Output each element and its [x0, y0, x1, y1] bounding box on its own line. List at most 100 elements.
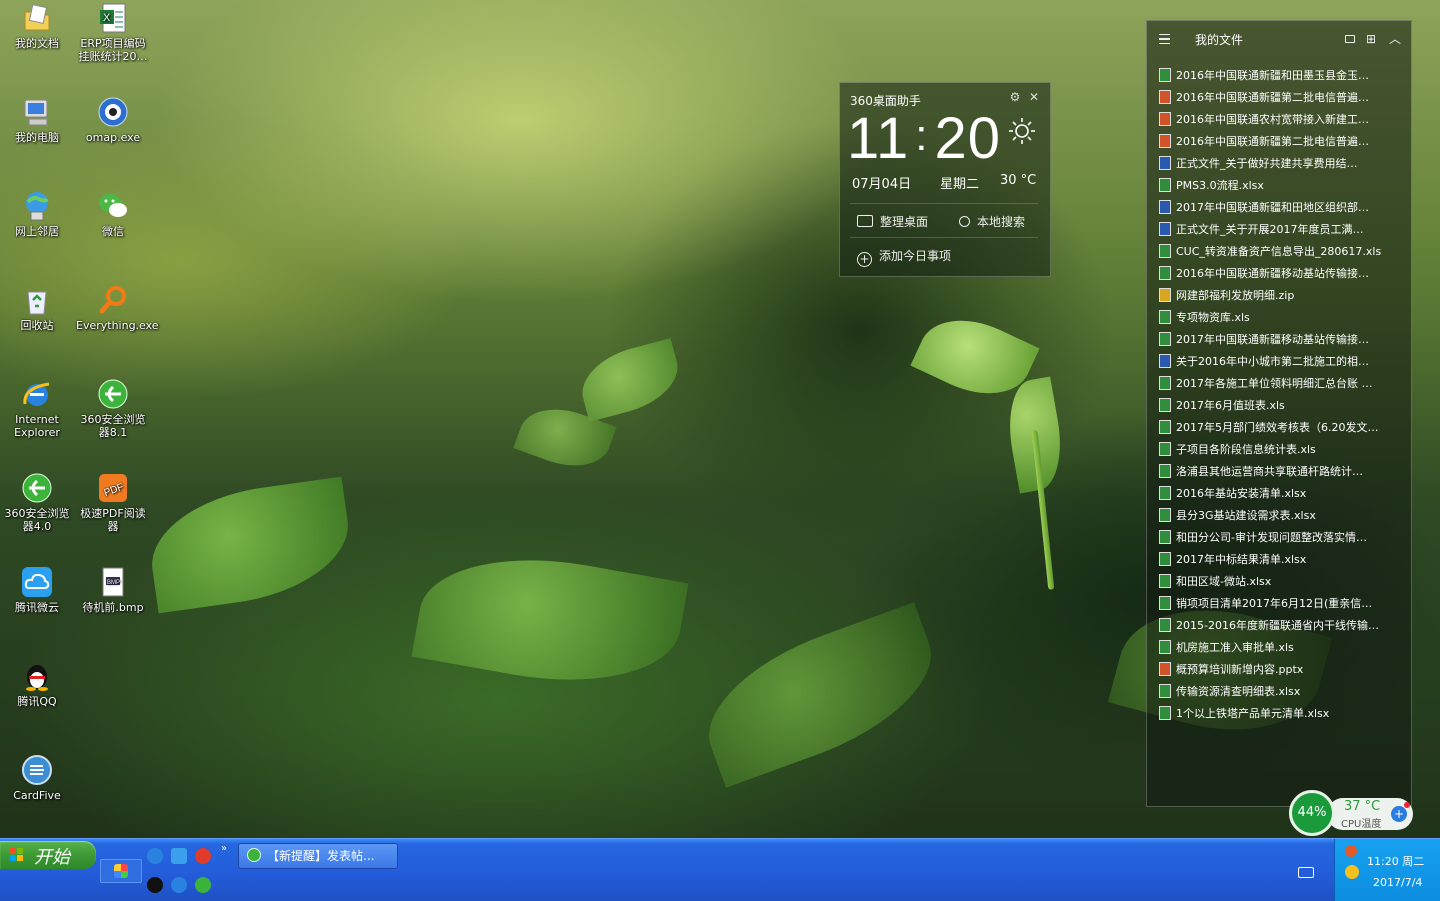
file-list-item[interactable]: 概预算培训新增内容.pptx [1159, 661, 1399, 679]
file-list-item[interactable]: 2017年6月值班表.xls [1159, 397, 1399, 415]
ie-quicklaunch-icon-2[interactable] [171, 877, 187, 893]
desktop-icon-wechat[interactable]: 微信 [76, 190, 150, 238]
file-name: 2016年中国联通农村宽带接入新建工… [1176, 113, 1369, 126]
desktop-icon-weiyun[interactable]: 腾讯微云 [0, 566, 74, 614]
qq-quicklaunch-icon[interactable] [147, 877, 163, 893]
file-list-item[interactable]: CUC_转资准备资产信息导出_280617.xls [1159, 243, 1399, 261]
file-list-item[interactable]: 2016年中国联通新疆移动基站传输接… [1159, 265, 1399, 283]
ie-quicklaunch-icon[interactable] [147, 848, 163, 864]
file-list-item[interactable]: PMS3.0流程.xlsx [1159, 177, 1399, 195]
windows-logo-green-pane [17, 848, 23, 854]
quicklaunch-expand-icon[interactable]: » [221, 843, 227, 854]
file-list-item[interactable]: 2016年基站安装清单.xlsx [1159, 485, 1399, 503]
weibo-quicklaunch-icon[interactable] [195, 848, 211, 864]
file-list-item[interactable]: 1个以上铁塔产品单元清单.xlsx [1159, 705, 1399, 723]
local-search-label: 本地搜索 [977, 215, 1026, 229]
cpu-boost-icon[interactable]: + [1391, 806, 1407, 822]
file-type-icon [1159, 596, 1171, 610]
desktop-icon-everything[interactable]: Everything.exe [76, 284, 159, 332]
svg-text:X: X [103, 12, 111, 24]
helper-close-icon[interactable]: ✕ [1027, 90, 1041, 104]
desktop-icon-360-browser-4[interactable]: 360安全浏览器4.0 [0, 472, 74, 533]
windows-logo-red-pane [10, 848, 16, 854]
desktop-icon-ie[interactable]: Internet Explorer [0, 378, 74, 439]
file-list-item[interactable]: 关于2016年中小城市第二批施工的相… [1159, 353, 1399, 371]
desktop-helper-widget: 360桌面助手 ⚙ ✕ 11:20 07月04日 星期二 30 °C 整理桌面 … [839, 82, 1051, 277]
file-list-item[interactable]: 和田区域-微站.xlsx [1159, 573, 1399, 591]
desktop-icon-label: 腾讯微云 [15, 601, 59, 614]
desktop-icon-label: 微信 [102, 225, 124, 238]
desktop-icon-bmp-file[interactable]: BMP 待机前.bmp [76, 566, 150, 614]
collapse-chevron-icon[interactable]: ︿ [1389, 30, 1401, 47]
file-list-item[interactable]: 2017年各施工单位领料明细汇总台账 … [1159, 375, 1399, 393]
file-list-item[interactable]: 2016年中国联通农村宽带接入新建工… [1159, 111, 1399, 129]
file-list-item[interactable]: 2015-2016年度新疆联通省内干线传输… [1159, 617, 1399, 635]
360-browser-quicklaunch-icon[interactable] [195, 877, 211, 893]
file-list-item[interactable]: 机房施工准入审批单.xls [1159, 639, 1399, 657]
cpu-temperature-gadget[interactable]: 37 °C CPU温度 + 44% [1289, 790, 1413, 836]
organize-desktop-button[interactable]: 整理桌面 [857, 213, 928, 230]
network-quicklaunch-icon[interactable] [171, 848, 187, 864]
taskbar-window-button[interactable]: 【新提醒】发表帖... [238, 843, 398, 869]
desktop-icon-360-browser-8[interactable]: 360安全浏览器8.1 [76, 378, 150, 439]
desktop-icon-my-computer[interactable]: 我的电脑 [0, 96, 74, 144]
desktop-icon-pdf-reader[interactable]: PDF 极速PDF阅读器 [76, 472, 150, 533]
helper-settings-icon[interactable]: ⚙ [1008, 90, 1022, 104]
file-list-item[interactable]: 2017年中标结果清单.xlsx [1159, 551, 1399, 569]
file-name: 2016年中国联通新疆第二批电信普遍… [1176, 91, 1369, 104]
start-button[interactable]: 开始 [0, 841, 96, 869]
file-list-item[interactable]: 网建部福利发放明细.zip [1159, 287, 1399, 305]
file-list-item[interactable]: 县分3G基站建设需求表.xlsx [1159, 507, 1399, 525]
file-list-item[interactable]: 和田分公司-审计发现问题整改落实情… [1159, 529, 1399, 547]
organize-desktop-label: 整理桌面 [880, 215, 929, 229]
desktop-icon-my-documents[interactable]: 我的文档 [0, 2, 74, 50]
desktop-icon-label: 360安全浏览器8.1 [80, 413, 146, 439]
grid-view-icon[interactable]: ⊞ [1366, 32, 1376, 46]
file-list-item[interactable]: 2016年中国联通新疆和田墨玉县金玉… [1159, 67, 1399, 85]
file-list-item[interactable]: 正式文件_关于做好共建共享费用结… [1159, 155, 1399, 173]
file-list-item[interactable]: 正式文件_关于开展2017年度员工满… [1159, 221, 1399, 239]
desktop-icon-omap[interactable]: omap.exe [76, 96, 150, 144]
file-list-item[interactable]: 2017年中国联通新疆和田地区组织部… [1159, 199, 1399, 217]
file-list-item[interactable]: 子项目各阶段信息统计表.xls [1159, 441, 1399, 459]
tray-app-icon[interactable] [1345, 845, 1357, 857]
file-list-item[interactable]: 洛浦县其他运营商共享联通杆路统计… [1159, 463, 1399, 481]
everything-search-icon [97, 284, 129, 316]
cardfive-icon [21, 754, 53, 786]
internet-explorer-icon [21, 378, 53, 410]
add-todo-button[interactable]: + 添加今日事项 [857, 247, 951, 267]
file-name: 概预算培训新增内容.pptx [1176, 663, 1304, 676]
desktop-icon-label: ERP项目编码挂账统计20… [78, 37, 148, 63]
menu-icon[interactable] [1159, 34, 1170, 44]
file-type-icon [1159, 706, 1171, 720]
wallpaper-leaf [573, 338, 687, 422]
file-type-icon [1159, 574, 1171, 588]
qq-penguin-icon [21, 660, 53, 692]
keyboard-icon[interactable] [1298, 867, 1314, 878]
file-list-item[interactable]: 2017年5月部门绩效考核表（6.20发文… [1159, 419, 1399, 437]
tray-security-icon[interactable] [1345, 865, 1359, 879]
desktop-icon-label: Internet Explorer [14, 413, 60, 439]
file-type-icon [1159, 332, 1171, 346]
show-desktop-button[interactable] [100, 859, 142, 883]
search-icon [959, 216, 970, 227]
file-list-item[interactable]: 2016年中国联通新疆第二批电信普遍… [1159, 89, 1399, 107]
tray-clock-time[interactable]: 11:20 周二 [1367, 853, 1424, 869]
desktop-icon-network[interactable]: 网上邻居 [0, 190, 74, 238]
file-list-item[interactable]: 2017年中国联通新疆移动基站传输接… [1159, 331, 1399, 349]
desktop-icon-erp-file[interactable]: X ERP项目编码挂账统计20… [76, 2, 150, 63]
desktop-icon-cardfive[interactable]: CardFive [0, 754, 74, 802]
desktop-icon-recycle-bin[interactable]: 回收站 [0, 284, 74, 332]
tray-clock-date[interactable]: 2017/7/4 [1373, 876, 1422, 889]
file-type-icon [1159, 552, 1171, 566]
file-list-item[interactable]: 2016年中国联通新疆第二批电信普遍… [1159, 133, 1399, 151]
add-todo-label: 添加今日事项 [879, 249, 952, 263]
weiyun-cloud-icon [21, 566, 53, 598]
file-list-item[interactable]: 专项物资库.xls [1159, 309, 1399, 327]
file-list-item[interactable]: 传输资源清查明细表.xlsx [1159, 683, 1399, 701]
file-list-item[interactable]: 销项项目清单2017年6月12日(重亲信… [1159, 595, 1399, 613]
lock-icon[interactable] [1345, 35, 1355, 43]
desktop-icon-qq[interactable]: 腾讯QQ [0, 660, 74, 708]
local-search-button[interactable]: 本地搜索 [959, 213, 1025, 230]
monitor-icon [857, 215, 873, 227]
